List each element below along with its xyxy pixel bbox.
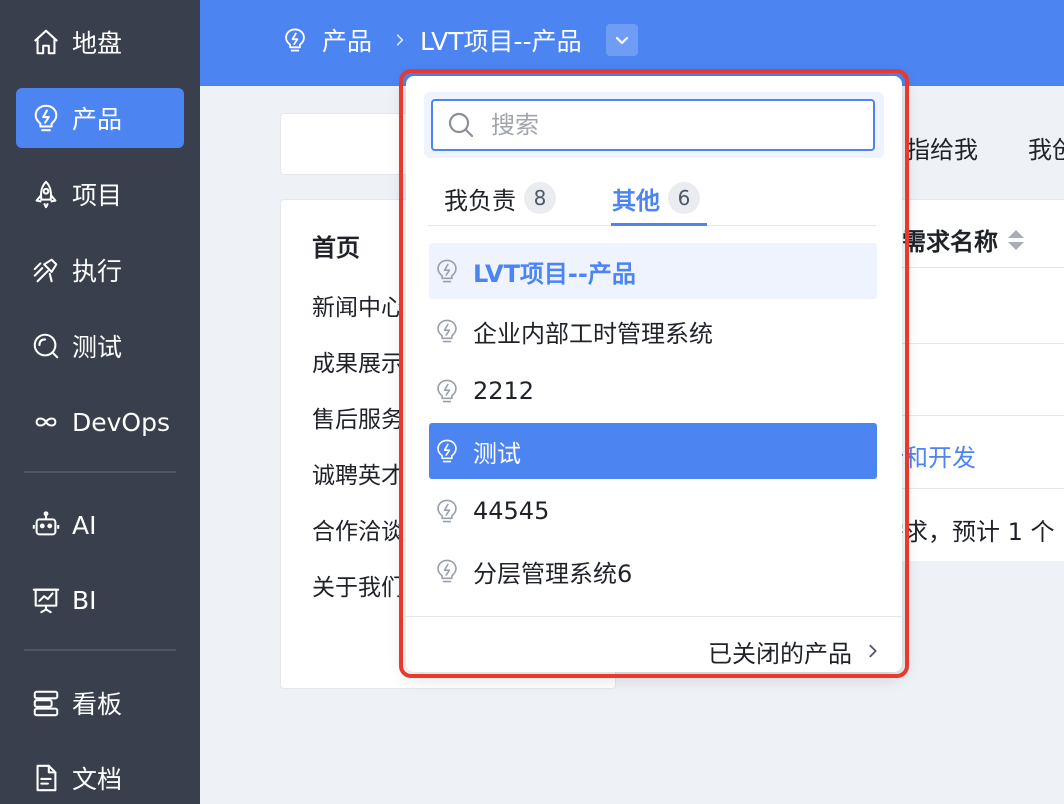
sidebar-item-ai[interactable]: AI [16,495,184,555]
menu-link[interactable]: 售后服务 [312,400,412,434]
product-switch-button[interactable] [606,24,638,56]
lightbulb-icon [433,317,461,345]
sidebar-item-label: DevOps [72,407,170,437]
search-panel [280,113,420,175]
closed-products-label: 已关闭的产品 [708,639,852,668]
search-field[interactable] [431,99,875,151]
lightbulb-icon [433,377,461,405]
menu-link[interactable]: 诚聘英才 [312,456,412,490]
sidebar: 地盘 产品 项目 执行 测试 DevOps AI BI 看板 文档 [0,0,200,804]
menu-link[interactable]: 新闻中心 [312,288,412,322]
chevron-right-icon [852,642,882,660]
table-divider [880,488,1064,489]
closed-products-link[interactable]: 已关闭的产品 [708,632,882,670]
document-icon [30,762,62,794]
table-divider [880,343,1064,344]
presentation-icon [30,584,62,616]
product-option[interactable]: LVT项目--产品 [429,243,877,299]
breadcrumb-separator [392,0,408,80]
sidebar-divider [24,471,176,473]
sort-icon[interactable] [1006,228,1026,252]
breadcrumb-root[interactable]: 产品 [282,0,372,80]
dropdown-footer-divider [406,616,902,617]
sidebar-item-label: 执行 [72,257,123,286]
kanban-icon [30,687,62,719]
menu-link[interactable]: 合作洽谈 [312,512,412,546]
menu-title: 首页 [312,234,360,262]
sidebar-item-project[interactable]: 项目 [16,164,184,224]
sidebar-item-product[interactable]: 产品 [16,88,184,148]
product-option[interactable]: 44545 [429,483,877,539]
product-option[interactable]: 分层管理系统6 [429,543,877,599]
tab-mine[interactable]: 我负责 8 [444,173,556,223]
table-summary: 需求，预计 1 个 [880,518,1055,546]
execution-icon [30,254,62,286]
sidebar-item-bi[interactable]: BI [16,570,184,630]
sidebar-item-label: AI [72,510,97,540]
lightbulb-icon [433,257,461,285]
menu-link[interactable]: 关于我们 [312,568,412,602]
table-cell[interactable]: 计和开发 [880,438,1064,473]
chevron-down-icon [612,30,632,50]
tab-label: 我负责 [444,186,516,215]
table-divider [880,415,1064,416]
product-option-label: 2212 [473,377,535,405]
sidebar-item-document[interactable]: 文档 [16,748,184,804]
robot-icon [30,509,62,541]
product-option-label: 企业内部工时管理系统 [473,319,713,348]
product-option[interactable]: 2212 [429,363,877,419]
sidebar-item-label: 看板 [72,690,123,719]
home-icon [30,26,62,58]
lightbulb-icon [433,557,461,585]
lightbulb-icon [433,497,461,525]
sidebar-divider [24,649,176,651]
test-icon [30,330,62,362]
lightbulb-icon [282,27,308,53]
tab-others[interactable]: 其他 6 [612,173,700,223]
tab-count: 6 [668,182,700,214]
product-option-label: LVT项目--产品 [473,259,636,288]
infinity-icon [30,406,62,438]
product-option-label: 分层管理系统6 [473,559,633,588]
sidebar-item-label: BI [72,585,97,615]
rocket-icon [30,178,62,210]
column-header-story-name[interactable]: 需求名称 [902,222,1026,257]
column-header-label: 需求名称 [902,228,998,256]
sidebar-item-kanban[interactable]: 看板 [16,673,184,733]
tab-label: 其他 [612,186,660,215]
breadcrumb-current: LVT项目--产品 [420,0,582,80]
breadcrumb-current-label: LVT项目--产品 [420,27,582,56]
sidebar-item-test[interactable]: 测试 [16,316,184,376]
sidebar-item-devops[interactable]: DevOps [16,392,184,452]
table-divider [880,267,1064,268]
product-option-label: 测试 [473,439,521,468]
lightbulb-icon [30,102,62,134]
search-icon [447,111,475,139]
sidebar-item-dashboard[interactable]: 地盘 [16,12,184,72]
sidebar-item-label: 文档 [72,765,123,794]
tab-created-by-me[interactable]: 我创 [1028,130,1064,165]
tab-count: 8 [524,182,556,214]
tab-assigned-to-me[interactable]: 指给我 [906,130,978,165]
product-option[interactable]: 企业内部工时管理系统 [429,303,877,359]
active-tab-indicator [611,223,707,226]
sidebar-item-label: 测试 [72,333,123,362]
sidebar-item-label: 项目 [72,181,123,210]
menu-link[interactable]: 成果展示 [312,344,412,378]
lightbulb-icon [433,437,461,465]
sidebar-item-label: 地盘 [72,29,123,58]
search-input[interactable] [491,105,851,145]
product-option-label: 44545 [473,497,550,525]
sidebar-item-execution[interactable]: 执行 [16,240,184,300]
breadcrumb-root-label: 产品 [322,27,373,56]
product-option[interactable]: 测试 [429,423,877,479]
sidebar-item-label: 产品 [72,105,123,134]
